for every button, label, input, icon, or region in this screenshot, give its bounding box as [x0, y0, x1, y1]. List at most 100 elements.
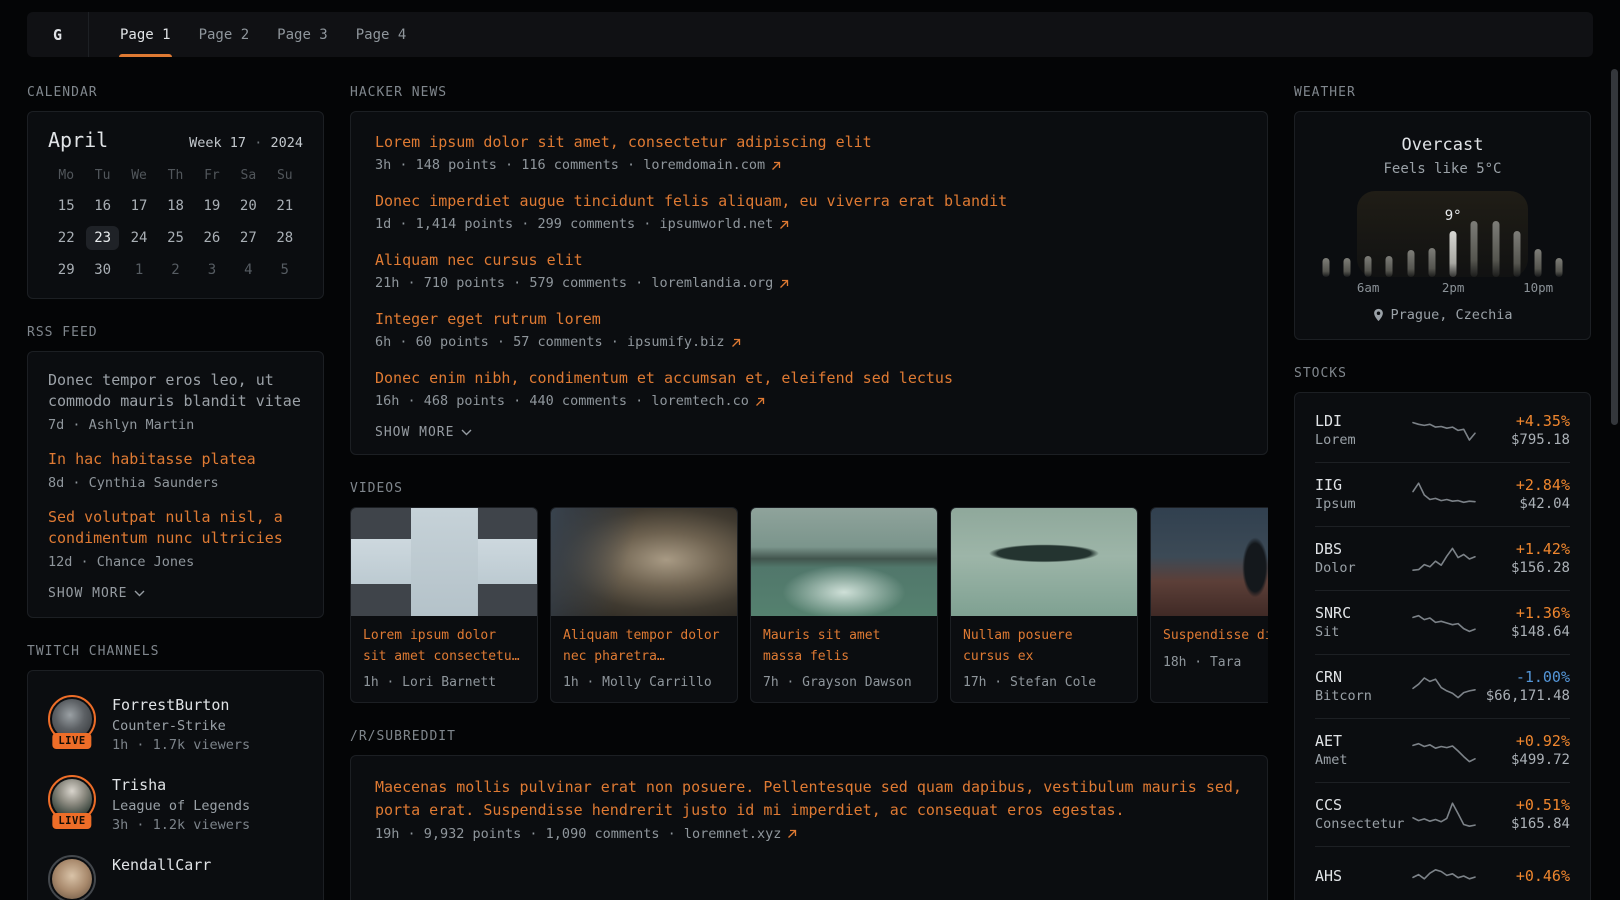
- rss-item[interactable]: Sed volutpat nulla nisl, a condimentum n…: [48, 507, 303, 572]
- stock-change: +4.35%: [1477, 411, 1570, 431]
- rss-show-more-button[interactable]: SHOW MORE: [48, 586, 145, 601]
- twitch-channel[interactable]: KendallCarr: [48, 845, 303, 900]
- weather-condition: Overcast: [1315, 134, 1570, 156]
- hn-story[interactable]: Integer eget rutrum lorem 6h · 60 points…: [375, 309, 1243, 352]
- weather-hour-label: 2pm: [1442, 280, 1465, 295]
- hn-story-meta: 1d · 1,414 points · 299 comments · ipsum…: [375, 215, 1243, 234]
- reddit-post-meta: 19h · 9,932 points · 1,090 comments · lo…: [375, 826, 1243, 842]
- hn-story-title: Donec imperdiet augue tincidunt felis al…: [375, 191, 1243, 212]
- video-title: Lorem ipsum dolor sit amet consectetu…: [363, 626, 525, 667]
- calendar-weekday: Tu: [84, 164, 120, 186]
- tab-label: Page 2: [199, 27, 250, 43]
- video-title: Mauris sit amet massa felis: [763, 626, 925, 667]
- channel-viewers: 3h · 1.2k viewers: [112, 816, 250, 835]
- tab-page-3[interactable]: Page 3: [276, 12, 329, 57]
- hn-story[interactable]: Donec imperdiet augue tincidunt felis al…: [375, 191, 1243, 234]
- scrollbar[interactable]: [1611, 69, 1618, 425]
- stock-sparkline: [1411, 414, 1477, 448]
- rss-item-title: Donec tempor eros leo, ut commodo mauris…: [48, 370, 303, 412]
- channel-game: League of Legends: [112, 797, 250, 816]
- calendar-day: 3: [194, 254, 230, 286]
- stock-row[interactable]: AETAmet +0.92%$499.72: [1315, 718, 1570, 782]
- hn-story[interactable]: Lorem ipsum dolor sit amet, consectetur …: [375, 132, 1243, 175]
- app-logo[interactable]: G: [27, 12, 89, 57]
- stock-name: Lorem: [1315, 431, 1411, 450]
- hn-show-more-button[interactable]: SHOW MORE: [375, 425, 472, 440]
- tab-page-1[interactable]: Page 1: [119, 12, 172, 57]
- stock-row[interactable]: CCSConsectetur +0.51%$165.84: [1315, 782, 1570, 846]
- calendar-day-grid: 1516171819202122232425262728293012345: [48, 190, 303, 286]
- stock-change: +0.51%: [1477, 795, 1570, 815]
- hn-story-title: Donec enim nibh, condimentum et accumsan…: [375, 368, 1243, 389]
- stock-name: Ipsum: [1315, 495, 1411, 514]
- video-card[interactable]: Lorem ipsum dolor sit amet consectetu… 1…: [350, 507, 538, 703]
- stock-row[interactable]: LDILorem +4.35%$795.18: [1315, 399, 1570, 462]
- stock-row[interactable]: SNRCSit +1.36%$148.64: [1315, 590, 1570, 654]
- calendar-day: 1: [121, 254, 157, 286]
- rss-item-meta: 8d · Cynthia Saunders: [48, 474, 303, 493]
- video-card[interactable]: Mauris sit amet massa felis 7h · Grayson…: [750, 507, 938, 703]
- video-title: Nullam posuere cursus ex: [963, 626, 1125, 667]
- video-card[interactable]: Aliquam tempor dolor nec pharetra… 1h · …: [550, 507, 738, 703]
- avatar: [48, 855, 96, 900]
- weather-bar: [1556, 258, 1563, 277]
- video-thumbnail: [551, 508, 737, 616]
- stock-sparkline: [1411, 542, 1477, 576]
- stock-row[interactable]: AHS +0.46%: [1315, 846, 1570, 900]
- tab-label: Page 1: [120, 27, 171, 43]
- stock-row[interactable]: CRNBitcorn -1.00%$66,171.48: [1315, 654, 1570, 718]
- calendar-day: 21: [267, 190, 303, 222]
- video-card[interactable]: Nullam posuere cursus ex 17h · Stefan Co…: [950, 507, 1138, 703]
- weather-hourly-chart: 6am9°2pm10pm: [1315, 191, 1570, 295]
- stock-sparkline: [1411, 859, 1477, 893]
- active-tab-underline: [119, 54, 172, 57]
- video-card[interactable]: Suspendisse diam 18h · Tara: [1150, 507, 1268, 703]
- video-meta: 7h · Grayson Dawson: [763, 675, 925, 690]
- twitch-channel[interactable]: LIVE ForrestBurton Counter-Strike 1h · 1…: [48, 685, 303, 765]
- calendar-day: 19: [194, 190, 230, 222]
- video-thumbnail: [751, 508, 937, 616]
- calendar-weekday: Mo: [48, 164, 84, 186]
- channel-avatar-image: [52, 859, 92, 899]
- weather-bar: [1471, 221, 1478, 277]
- calendar-day: 29: [48, 254, 84, 286]
- weather-temp-label: 9°: [1445, 208, 1462, 224]
- calendar-month: April: [48, 128, 108, 152]
- weather-bar: [1322, 258, 1329, 277]
- rss-label: RSS FEED: [27, 325, 324, 341]
- weather-bar-slot: 9° 2pm: [1443, 191, 1464, 295]
- calendar-day: 15: [48, 190, 84, 222]
- channel-name: ForrestBurton: [112, 695, 250, 715]
- weather-bar-slot: [1464, 191, 1485, 295]
- stock-name: Sit: [1315, 623, 1411, 642]
- twitch-channel[interactable]: LIVE Trisha League of Legends 3h · 1.2k …: [48, 765, 303, 845]
- calendar-day: 4: [230, 254, 266, 286]
- hacker-news-widget: HACKER NEWS Lorem ipsum dolor sit amet, …: [350, 85, 1268, 455]
- reddit-post-title: Maecenas mollis pulvinar erat non posuer…: [375, 776, 1243, 822]
- external-link-icon: [787, 829, 797, 839]
- rss-item[interactable]: In hac habitasse platea 8d · Cynthia Sau…: [48, 449, 303, 493]
- reddit-post[interactable]: Maecenas mollis pulvinar erat non posuer…: [375, 776, 1243, 842]
- stock-change: +0.46%: [1477, 866, 1570, 886]
- stock-price: $66,171.48: [1477, 687, 1570, 706]
- weather-bar-slot: [1400, 191, 1421, 295]
- hn-story[interactable]: Aliquam nec cursus elit 21h · 710 points…: [375, 250, 1243, 293]
- avatar: LIVE: [48, 775, 96, 823]
- live-badge: LIVE: [52, 733, 91, 749]
- stock-row[interactable]: DBSDolor +1.42%$156.28: [1315, 526, 1570, 590]
- external-link-icon: [771, 161, 781, 171]
- hacker-news-label: HACKER NEWS: [350, 85, 1268, 101]
- stock-sparkline: [1411, 734, 1477, 768]
- weather-bar-slot: [1421, 191, 1442, 295]
- subreddit-widget: /R/SUBREDDIT Maecenas mollis pulvinar er…: [350, 729, 1268, 900]
- tab-page-2[interactable]: Page 2: [198, 12, 251, 57]
- hn-story[interactable]: Donec enim nibh, condimentum et accumsan…: [375, 368, 1243, 411]
- rss-widget: RSS FEED Donec tempor eros leo, ut commo…: [27, 325, 324, 618]
- tab-page-4[interactable]: Page 4: [355, 12, 408, 57]
- stock-row[interactable]: IIGIpsum +2.84%$42.04: [1315, 462, 1570, 526]
- stock-price: $499.72: [1477, 751, 1570, 770]
- calendar-weekday-row: MoTuWeThFrSaSu: [48, 164, 303, 186]
- calendar-weekday: Fr: [194, 164, 230, 186]
- hn-story-meta: 21h · 710 points · 579 comments · loreml…: [375, 274, 1243, 293]
- rss-item[interactable]: Donec tempor eros leo, ut commodo mauris…: [48, 370, 303, 435]
